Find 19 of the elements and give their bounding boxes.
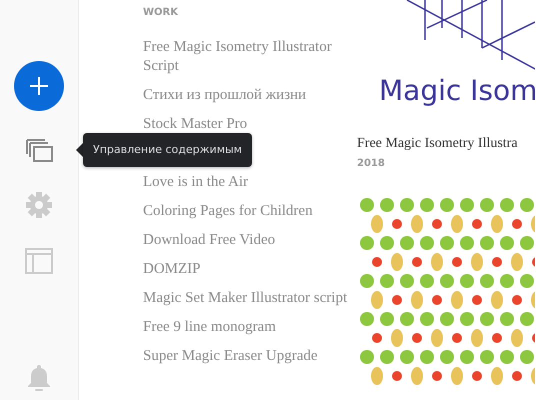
post-title[interactable]: Free Magic Isometry Illustra [357,136,535,152]
work-link[interactable]: Super Magic Eraser Upgrade [143,347,318,366]
work-link[interactable]: Download Free Video [143,231,276,250]
work-link[interactable]: Free Magic Isometry Illustrator Script [143,38,353,76]
post-year: 2018 [357,158,386,169]
tooltip-arrow-icon [76,143,83,157]
plus-icon [29,76,49,96]
thumbnail-title: Magic Isom [379,74,538,107]
work-link[interactable]: Love is in the Air [143,173,248,192]
work-link[interactable]: Coloring Pages for Children [143,202,313,221]
tooltip: Управление содержимым [76,133,252,167]
stack-icon[interactable] [25,138,53,165]
work-link[interactable]: Стихи из прошлой жизни [143,86,306,105]
add-button[interactable] [14,61,64,111]
section-heading: WORK [143,7,178,18]
work-link[interactable]: Free 9 line monogram [143,318,276,337]
work-link[interactable]: Stock Master Pro [143,115,248,134]
work-link[interactable]: Magic Set Maker Illustrator script [143,289,348,308]
work-link[interactable]: DOMZIP [143,260,201,279]
